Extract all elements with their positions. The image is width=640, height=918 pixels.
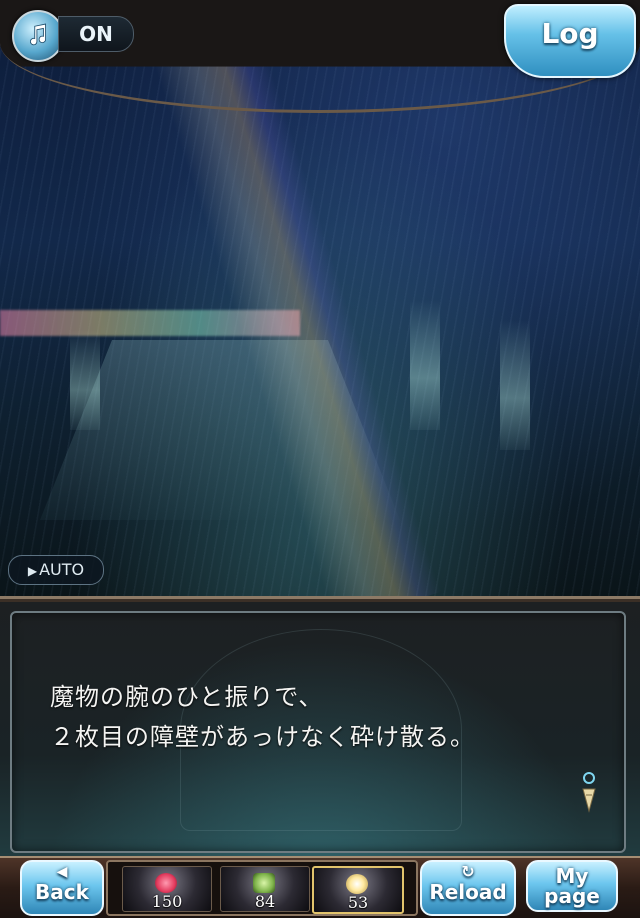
mypage-label-line1: My [555,864,589,888]
item-shortcuts: 150 84 53 [106,860,418,916]
back-button[interactable]: ◀ Back [20,860,104,916]
top-bar: ON Log [0,0,640,78]
mypage-button[interactable]: My page [526,860,618,912]
light-pillar [410,300,440,430]
auto-button[interactable]: ▶ AUTO [8,555,104,585]
red-gem-icon [155,873,177,893]
light-orb-icon [346,874,368,894]
dialog-line: 魔物の腕のひと振りで、 [50,683,324,711]
green-potion-icon [253,873,275,893]
reload-icon: ↻ [461,862,475,881]
item-slot[interactable]: 84 [220,866,310,912]
dialog-text: 魔物の腕のひと振りで、 ２枚目の障壁があっけなく砕け散る。 [50,677,590,757]
item-count: 53 [347,893,369,912]
reload-button[interactable]: ↻ Reload [420,860,516,916]
item-slot[interactable]: 150 [122,866,212,912]
play-icon: ▶ [27,564,38,578]
reload-label: Reload [429,880,507,904]
item-count: 84 [254,892,276,911]
auto-label: AUTO [39,560,85,579]
next-page-icon [582,772,596,813]
story-scene[interactable] [0,0,640,600]
sound-toggle-button[interactable] [12,10,64,62]
light-pillar [70,330,100,430]
dialog-line: ２枚目の障壁があっけなく砕け散る。 [50,723,475,751]
log-button[interactable]: Log [504,4,636,78]
back-label: Back [35,880,89,904]
back-arrow-icon: ◀ [56,864,68,880]
mypage-label-line2: page [544,884,600,908]
item-count: 150 [151,892,183,911]
item-slot[interactable]: 53 [312,866,404,914]
dialog-box[interactable]: 魔物の腕のひと振りで、 ２枚目の障壁があっけなく砕け散る。 [0,596,640,859]
light-pillar [500,320,530,450]
sound-state-label[interactable]: ON [58,16,134,52]
music-note-icon [30,23,47,46]
